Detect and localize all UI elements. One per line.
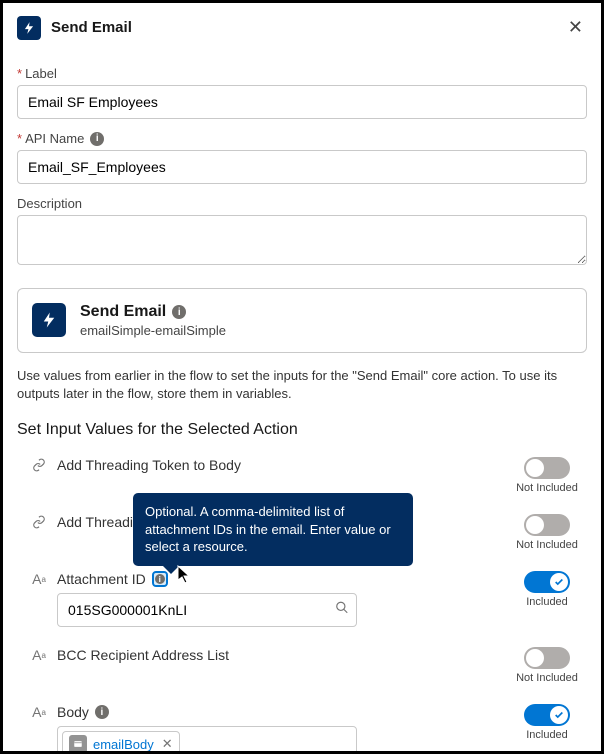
action-title: Send Emaili (80, 303, 226, 321)
row-label: Add Threadin (57, 514, 141, 530)
remove-pill-icon[interactable]: ✕ (162, 736, 173, 752)
row-label: BCC Recipient Address List (57, 647, 229, 663)
section-title: Set Input Values for the Selected Action (17, 421, 587, 439)
label-field-label: *Label (17, 66, 587, 81)
toggle-threading-other[interactable] (524, 514, 570, 536)
apiname-input[interactable] (17, 150, 587, 184)
body-input[interactable]: emailBody ✕ (57, 726, 357, 754)
tooltip: Optional. A comma-delimited list of atta… (133, 493, 413, 566)
toggle-threading-body[interactable] (524, 457, 570, 479)
helper-text: Use values from earlier in the flow to s… (17, 367, 587, 403)
modal-title: Send Email (51, 19, 564, 36)
toggle-status: Not Included (516, 672, 578, 684)
label-input[interactable] (17, 85, 587, 119)
info-icon[interactable]: i (172, 305, 186, 319)
info-icon[interactable]: i (90, 132, 104, 146)
cursor-icon (177, 565, 193, 585)
modal-header: Send Email ✕ (3, 3, 601, 50)
info-icon-active[interactable]: i (152, 571, 168, 587)
resource-pill: emailBody ✕ (62, 731, 180, 754)
toggle-body[interactable] (524, 704, 570, 726)
lightning-icon (32, 303, 66, 337)
row-label: Attachment ID (57, 571, 146, 587)
action-subtitle: emailSimple-emailSimple (80, 323, 226, 338)
template-icon (69, 735, 87, 753)
search-icon[interactable] (335, 601, 349, 620)
input-row-attachment: Aa Attachment ID i Included (17, 561, 587, 637)
input-row-body: Aa Body i emailBody ✕ Included (17, 694, 587, 754)
description-field-label: Description (17, 196, 587, 211)
toggle-attachment[interactable] (524, 571, 570, 593)
description-input[interactable] (17, 215, 587, 265)
lightning-icon (17, 16, 41, 40)
text-type-icon: Aa (31, 704, 47, 720)
link-icon (31, 457, 47, 473)
apiname-field-label: *API Namei (17, 131, 587, 146)
action-card: Send Emaili emailSimple-emailSimple (17, 288, 587, 353)
toggle-status: Not Included (516, 539, 578, 551)
row-label: Add Threading Token to Body (57, 457, 241, 473)
link-icon (31, 514, 47, 530)
toggle-status: Included (526, 729, 568, 741)
input-row-bcc: Aa BCC Recipient Address List Not Includ… (17, 637, 587, 694)
info-icon[interactable]: i (95, 705, 109, 719)
pill-label: emailBody (93, 737, 154, 752)
close-icon[interactable]: ✕ (564, 13, 587, 42)
attachment-id-input[interactable] (57, 593, 357, 627)
toggle-status: Not Included (516, 482, 578, 494)
toggle-bcc[interactable] (524, 647, 570, 669)
toggle-status: Included (526, 596, 568, 608)
row-label: Body (57, 704, 89, 720)
text-type-icon: Aa (31, 571, 47, 587)
text-type-icon: Aa (31, 647, 47, 663)
